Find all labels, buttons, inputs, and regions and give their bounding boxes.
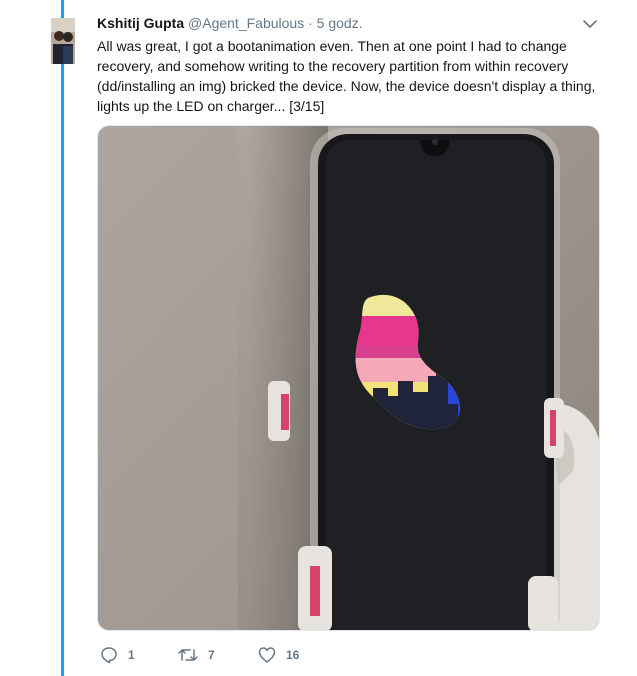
separator-dot: · xyxy=(308,15,313,31)
thread-line xyxy=(61,0,64,676)
tweet-actions: 1 7 16 xyxy=(100,644,400,666)
like-count: 16 xyxy=(286,648,300,662)
tweet-time[interactable]: 5 godz. xyxy=(317,15,363,31)
reply-count: 1 xyxy=(128,648,135,662)
tweet-header: Kshitij Gupta @Agent_Fabulous · 5 godz. xyxy=(97,15,363,31)
avatar[interactable] xyxy=(51,18,75,64)
retweet-icon xyxy=(178,649,198,661)
like-icon xyxy=(258,647,276,663)
tweet-text: All was great, I got a bootanimation eve… xyxy=(97,38,596,114)
reply-icon xyxy=(101,647,117,664)
chevron-down-icon[interactable] xyxy=(582,17,598,31)
reply-button[interactable]: 1 xyxy=(100,644,135,666)
tweet-media-photo[interactable] xyxy=(97,125,600,631)
retweet-button[interactable]: 7 xyxy=(178,644,215,666)
like-button[interactable]: 16 xyxy=(258,644,299,666)
author-name[interactable]: Kshitij Gupta xyxy=(97,15,184,31)
retweet-count: 7 xyxy=(208,648,215,662)
author-handle[interactable]: @Agent_Fabulous xyxy=(188,15,304,31)
